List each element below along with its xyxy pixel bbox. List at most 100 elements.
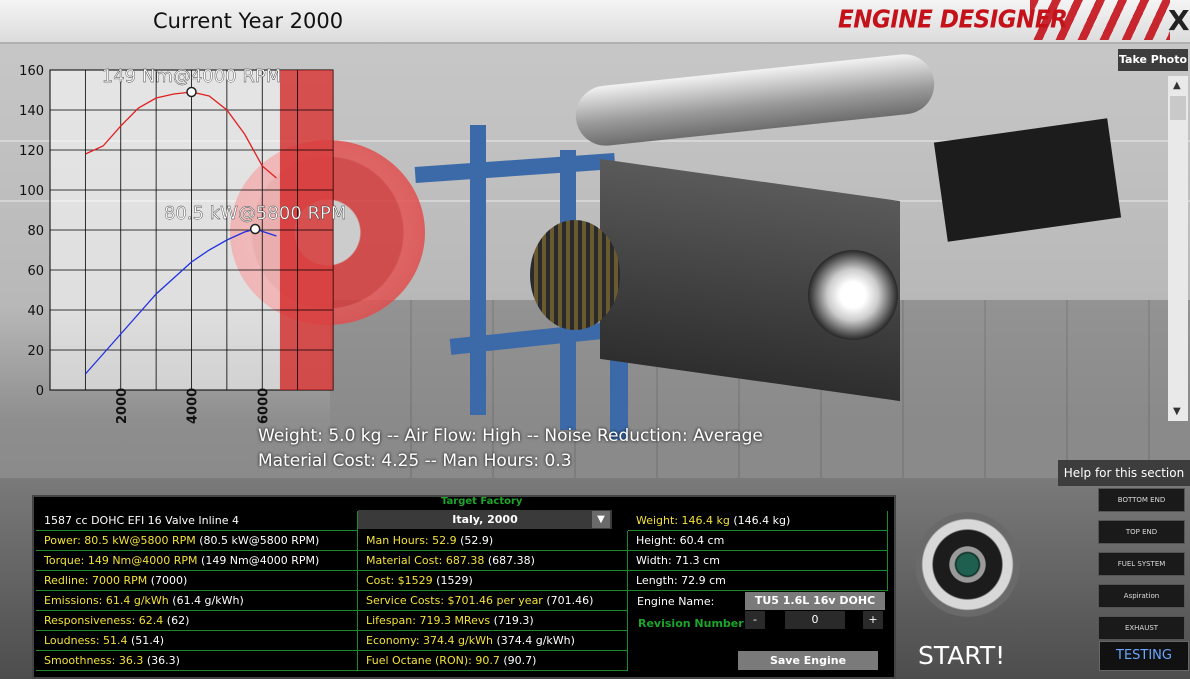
y-tick-label: 160 <box>19 64 44 79</box>
stat-value: (51.4) <box>127 634 165 647</box>
section-menu-item[interactable]: Aspiration <box>1098 584 1185 608</box>
section-menu-item[interactable]: BOTTOM END <box>1098 488 1185 512</box>
stand-frame <box>414 153 616 183</box>
stat-label: Economy: 374.4 g/kWh <box>366 634 493 647</box>
stat-row: Responsiveness: 62.4 (62) <box>36 611 358 631</box>
current-year: Current Year 2000 <box>153 9 344 33</box>
close-button[interactable]: X <box>1168 4 1190 37</box>
stat-value: (149 Nm@4000 RPM) <box>197 554 320 567</box>
stat-label: Man Hours: 52.9 <box>366 534 457 547</box>
stat-label: Lifespan: 719.3 MRevs <box>366 614 491 627</box>
dyno-chart: 0 20 40 60 80 100 120 140 160 2000 4000 6000 149 Nm@… <box>0 55 346 430</box>
chevron-down-icon[interactable]: ▼ <box>592 511 610 528</box>
stat-row: Cost: $1529 (1529) <box>358 571 628 591</box>
y-tick-label: 120 <box>19 144 44 159</box>
scroll-down-icon[interactable]: ▼ <box>1173 406 1181 417</box>
stat-row: Economy: 374.4 g/kWh (374.4 g/kWh) <box>358 631 628 651</box>
stat-row: Width: 71.3 cm <box>628 551 888 571</box>
start-button-icon[interactable] <box>915 512 1020 617</box>
x-tick-label: 6000 <box>256 388 271 424</box>
stat-row: Torque: 149 Nm@4000 RPM (149 Nm@4000 RPM… <box>36 551 358 571</box>
dyno-chart-svg: 0 20 40 60 80 100 120 140 160 2000 4000 6000 149 Nm@… <box>19 64 346 424</box>
stat-value: (90.7) <box>499 654 537 667</box>
stat-row: Man Hours: 52.9 (52.9) <box>358 531 628 551</box>
stat-value: (36.3) <box>143 654 180 667</box>
start-button[interactable]: START! <box>918 641 1005 670</box>
stat-label: Power: 80.5 kW@5800 RPM <box>44 534 196 547</box>
stat-row: Redline: 7000 RPM (7000) <box>36 571 358 591</box>
section-menu: BOTTOM END TOP END FUEL SYSTEM Aspiration EX… <box>1098 488 1186 648</box>
stat-label: Responsiveness: 62.4 <box>44 614 164 627</box>
revision-minus-button[interactable]: - <box>745 611 765 629</box>
stat-label: Fuel Octane (RON): 90.7 <box>366 654 500 667</box>
testing-button[interactable]: TESTING <box>1099 641 1189 671</box>
peak-label: 149 Nm@4000 RPM <box>102 66 282 87</box>
peak-marker <box>249 223 261 235</box>
viewport-scrollbar[interactable]: ▲ ▼ <box>1168 76 1188 421</box>
stat-row: Fuel Octane (RON): 90.7 (90.7) <box>358 651 628 671</box>
target-factory-label: Target Factory <box>441 496 523 507</box>
part-info-line2: Material Cost: 4.25 -- Man Hours: 0.3 <box>258 451 572 471</box>
intake-manifold <box>572 51 938 149</box>
stat-label: Torque: 149 Nm@4000 RPM <box>44 554 198 567</box>
stat-label: Height: 60.4 cm <box>636 534 725 547</box>
stat-label: Cost: $1529 <box>366 574 433 587</box>
stat-row: Material Cost: 687.38 (687.38) <box>358 551 628 571</box>
scroll-up-icon[interactable]: ▲ <box>1173 80 1181 91</box>
title-bar: Current Year 2000 ENGINE DESIGNER X <box>0 0 1190 44</box>
peak-label: 80.5 kW@5800 RPM <box>164 203 345 224</box>
x-tick-label: 4000 <box>186 388 201 424</box>
stat-value: (719.3) <box>490 614 534 627</box>
flywheel <box>530 220 620 330</box>
stat-row: Length: 72.9 cm <box>628 571 888 591</box>
stat-row: Service Costs: $701.46 per year (701.46) <box>358 591 628 611</box>
revision-label: Revision Number <box>638 617 744 630</box>
take-photo-button[interactable]: Take Photo <box>1118 49 1188 71</box>
stand-frame <box>470 125 486 415</box>
app-title: ENGINE DESIGNER <box>838 5 1068 35</box>
section-menu-item[interactable]: EXHAUST <box>1098 616 1185 640</box>
stat-label: Service Costs: $701.46 per year <box>366 594 543 607</box>
revision-number: 0 <box>785 611 845 629</box>
air-box <box>933 118 1122 242</box>
stat-row: Lifespan: 719.3 MRevs (719.3) <box>358 611 628 631</box>
section-menu-item[interactable]: FUEL SYSTEM <box>1098 552 1185 576</box>
stat-value: (374.4 g/kWh) <box>492 634 575 647</box>
y-tick-label: 40 <box>27 304 44 319</box>
engine-name-input[interactable]: TU5 1.6L 16v DOHC <box>745 592 885 610</box>
stat-label: Redline: 7000 RPM <box>44 574 148 587</box>
stat-label: Material Cost: 687.38 <box>366 554 485 567</box>
stat-value: (52.9) <box>456 534 494 547</box>
revision-plus-button[interactable]: + <box>863 611 883 629</box>
stat-value: (687.38) <box>484 554 535 567</box>
y-tick-label: 80 <box>27 224 44 239</box>
stat-value: (80.5 kW@5800 RPM) <box>195 534 320 547</box>
stat-row: Emissions: 61.4 g/kWh (61.4 g/kWh) <box>36 591 358 611</box>
part-info-line1: Weight: 5.0 kg -- Air Flow: High -- Nois… <box>258 426 763 446</box>
stat-row: Power: 80.5 kW@5800 RPM (80.5 kW@5800 RP… <box>36 531 358 551</box>
save-engine-button[interactable]: Save Engine <box>738 651 878 670</box>
scroll-thumb[interactable] <box>1170 96 1186 120</box>
y-tick-label: 100 <box>19 184 44 199</box>
y-tick-label: 0 <box>36 384 44 399</box>
y-tick-label: 60 <box>27 264 44 279</box>
alternator <box>808 250 898 340</box>
stat-value: (146.4 kg) <box>729 514 791 527</box>
stat-row: Height: 60.4 cm <box>628 531 888 551</box>
stat-value: (62) <box>163 614 190 627</box>
stat-label: 1587 cc DOHC EFI 16 Valve Inline 4 <box>44 514 239 527</box>
stat-label: Smoothness: 36.3 <box>44 654 144 667</box>
stat-value: (61.4 g/kWh) <box>168 594 244 607</box>
stat-row: Loudness: 51.4 (51.4) <box>36 631 358 651</box>
stat-label: Weight: 146.4 kg <box>636 514 730 527</box>
help-button[interactable]: Help for this section <box>1058 460 1190 486</box>
stat-label: Loudness: 51.4 <box>44 634 128 647</box>
stat-row: Smoothness: 36.3 (36.3) <box>36 651 358 671</box>
peak-marker <box>186 86 197 98</box>
factory-select[interactable]: Italy, 2000 <box>358 510 612 529</box>
stat-label: Width: 71.3 cm <box>636 554 720 567</box>
y-tick-label: 20 <box>27 344 44 359</box>
section-menu-item[interactable]: TOP END <box>1098 520 1185 544</box>
stat-value: (701.46) <box>542 594 594 607</box>
x-tick-label: 2000 <box>115 388 130 424</box>
